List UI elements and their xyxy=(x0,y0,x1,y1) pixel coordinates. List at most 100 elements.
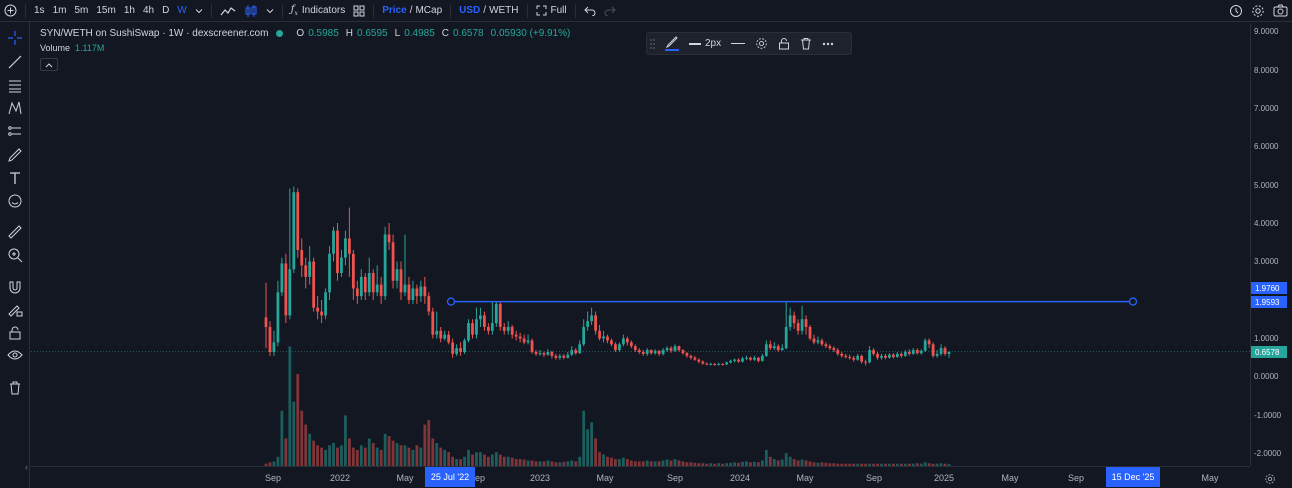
volume-bar xyxy=(351,447,355,466)
fib-levels-icon[interactable] xyxy=(5,76,25,96)
candle-body xyxy=(899,353,903,356)
interval-d[interactable]: D xyxy=(158,0,173,22)
volume-bar xyxy=(772,459,776,466)
volume-bar xyxy=(606,456,609,466)
text-tool-icon[interactable] xyxy=(5,168,25,188)
candle-body xyxy=(550,351,554,356)
candle-body xyxy=(459,348,462,352)
price-axis-label: 9.0000 xyxy=(1254,27,1279,36)
drag-handle-icon[interactable] xyxy=(650,33,655,54)
scroll-left-chevron-icon[interactable]: ‹ xyxy=(25,462,28,472)
candle-body xyxy=(351,253,355,289)
candle-body xyxy=(689,355,693,358)
add-symbol-icon[interactable] xyxy=(0,0,21,22)
volume-bar xyxy=(439,447,443,466)
price-axis-label: 7.0000 xyxy=(1254,104,1279,113)
time-axis[interactable]: Sep 2022 May Sep 2023 May Sep 2024 May Sep 2025 May… xyxy=(31,466,1250,488)
volume-bar xyxy=(788,456,792,466)
candle-body xyxy=(471,323,474,335)
settings-gear-icon[interactable] xyxy=(1247,0,1269,22)
magnet-icon[interactable] xyxy=(5,277,25,297)
symbol-title: SYN/WETH on SushiSwap · 1W · dexscreener… xyxy=(40,28,269,39)
candle-body xyxy=(816,340,820,343)
zoom-in-icon[interactable] xyxy=(5,245,25,265)
interval-w[interactable]: W xyxy=(173,0,190,22)
time-axis-label: May xyxy=(1001,473,1019,483)
candle-body xyxy=(328,253,331,293)
price-axis-label: 1.0000 xyxy=(1254,334,1279,343)
candle-body xyxy=(888,354,891,358)
alert-clock-icon[interactable] xyxy=(1225,0,1247,22)
chart-type-chevron-icon[interactable] xyxy=(262,0,278,22)
volume-bar xyxy=(276,456,280,466)
volume-legend: Volume 1.117M xyxy=(40,43,104,53)
candle-body xyxy=(892,354,895,357)
collapse-legend-button[interactable] xyxy=(40,58,58,71)
candle-body xyxy=(415,288,419,297)
candle-body xyxy=(383,234,387,297)
trend-line-icon[interactable] xyxy=(5,52,25,72)
top-toolbar: 1s 1m 5m 15m 1h 4h D W ƒx Indicators Pri… xyxy=(0,0,1292,22)
interval-1h[interactable]: 1h xyxy=(120,0,139,22)
interval-1m[interactable]: 1m xyxy=(49,0,71,22)
candle-body xyxy=(344,238,347,258)
line-anchor-start xyxy=(446,297,456,306)
layouts-grid-icon[interactable] xyxy=(349,0,369,22)
candle-body xyxy=(439,330,443,339)
fullscreen-button[interactable]: Full xyxy=(532,0,571,22)
drawing-lock-icon[interactable] xyxy=(778,33,790,54)
lock-icon[interactable] xyxy=(5,323,25,343)
ruler-icon[interactable] xyxy=(5,222,25,242)
volume-bar xyxy=(479,452,482,466)
line-color-pencil-icon[interactable] xyxy=(665,33,679,54)
emoji-icon[interactable] xyxy=(5,191,25,211)
candle-body xyxy=(614,344,617,351)
candle-body xyxy=(792,315,796,324)
interval-1s[interactable]: 1s xyxy=(30,0,49,22)
indicators-button[interactable]: ƒx Indicators xyxy=(287,0,349,22)
fullscreen-icon xyxy=(536,5,547,16)
time-axis-settings-icon[interactable] xyxy=(1264,472,1278,486)
candle-body xyxy=(586,321,590,327)
visibility-eye-icon[interactable] xyxy=(5,345,25,365)
interval-5m[interactable]: 5m xyxy=(70,0,92,22)
candles-chart-icon[interactable] xyxy=(240,0,262,22)
candle-body xyxy=(447,334,451,343)
drawing-trash-icon[interactable] xyxy=(800,33,812,54)
volume-bar xyxy=(359,445,363,466)
candle-body xyxy=(745,357,748,359)
lock-drawing-pencil-icon[interactable] xyxy=(5,300,25,320)
redo-icon[interactable] xyxy=(600,0,620,22)
volume-bar xyxy=(375,447,379,466)
candle-body xyxy=(320,311,323,316)
more-options-icon[interactable] xyxy=(822,33,834,54)
low-key: L xyxy=(394,28,401,39)
line-style-icon[interactable] xyxy=(731,33,746,54)
candle-body xyxy=(911,350,915,354)
interval-dropdown-chevron-icon[interactable] xyxy=(191,0,207,22)
price-chart[interactable] xyxy=(31,23,1250,466)
candle-body xyxy=(757,357,760,361)
volume-bar xyxy=(304,424,308,466)
prediction-icon[interactable] xyxy=(5,121,25,141)
volume-bar xyxy=(610,457,613,466)
interval-15m[interactable]: 15m xyxy=(92,0,119,22)
price-mcap-toggle[interactable]: Price / MCap xyxy=(378,0,446,22)
price-toggle-label: Price xyxy=(382,5,407,16)
usd-weth-toggle[interactable]: USD / WETH xyxy=(455,0,522,22)
line-chart-icon[interactable] xyxy=(216,0,240,22)
trash-icon[interactable] xyxy=(5,378,25,398)
price-axis[interactable]: 9.0000 8.0000 7.0000 6.0000 5.0000 4.0000 3.00… xyxy=(1250,23,1292,466)
interval-4h[interactable]: 4h xyxy=(139,0,158,22)
undo-icon[interactable] xyxy=(580,0,600,22)
crosshair-icon[interactable] xyxy=(5,28,25,48)
volume-bar xyxy=(387,436,391,466)
pattern-icon[interactable] xyxy=(5,98,25,118)
brush-icon[interactable] xyxy=(5,145,25,165)
drawing-settings-gear-icon[interactable] xyxy=(755,33,768,54)
screenshot-camera-icon[interactable] xyxy=(1269,0,1292,22)
candle-body xyxy=(729,360,732,363)
volume-bar xyxy=(395,443,399,466)
volume-bar xyxy=(383,433,387,466)
line-width-button[interactable]: 2px xyxy=(689,33,721,54)
